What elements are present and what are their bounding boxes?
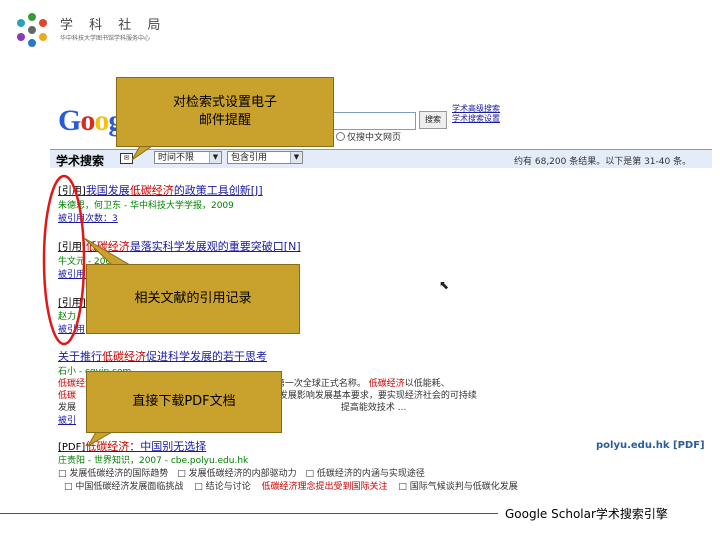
email-alert-callout: 对检索式设置电子邮件提醒 [116, 77, 334, 147]
citation-highlight-ellipse [42, 174, 86, 346]
callout-pointer [131, 145, 154, 161]
footer-divider [0, 513, 498, 514]
callout-pointer [86, 431, 114, 448]
citation-record-callout: 相关文献的引用记录 [86, 264, 300, 334]
footer-caption: Google Scholar学术搜索引擎 [505, 507, 668, 521]
callout-pointer [83, 237, 132, 266]
pdf-download-callout: 直接下载PDF文档 [86, 371, 282, 433]
